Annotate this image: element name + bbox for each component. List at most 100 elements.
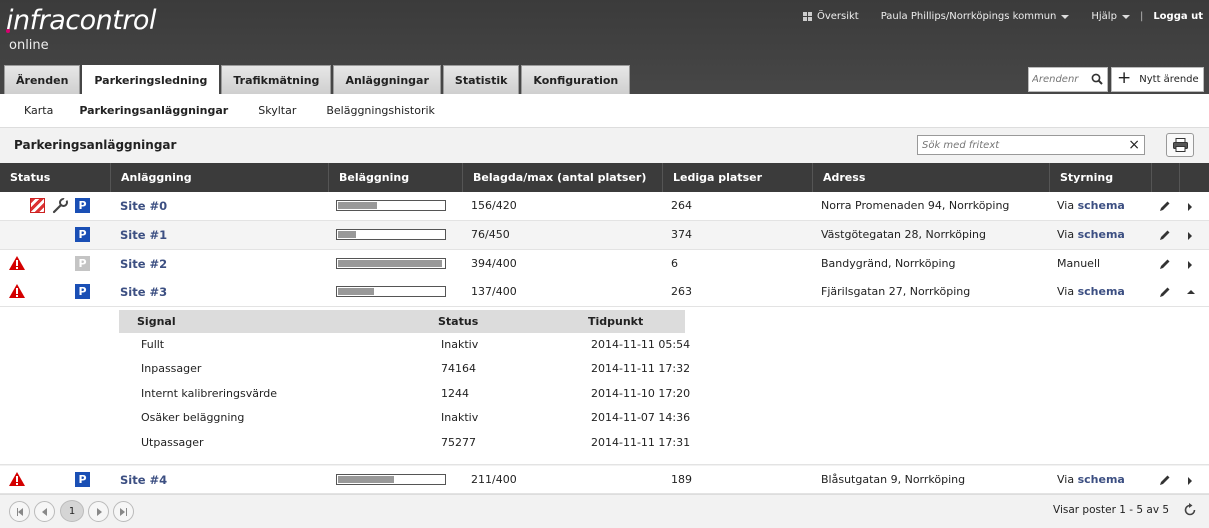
wrench-icon [52,197,68,214]
control: Manuell [1057,250,1100,278]
free-spots: 374 [671,228,692,241]
occupancy-bar [336,286,446,297]
user-menu[interactable]: Paula Phillips/Norrköpings kommun [881,11,1070,22]
occupancy-bar [336,258,446,269]
occupied-max: 211/400 [471,473,517,486]
expand-arrow-icon[interactable] [1188,261,1192,269]
table-row[interactable]: P Site #0 156/420 264 Norra Promenaden 9… [0,192,1209,221]
col-occupancy[interactable]: Beläggning [328,163,462,192]
edit-icon[interactable] [1159,229,1171,241]
control: Via schema [1057,221,1125,249]
overview-link[interactable]: Översikt [802,11,859,22]
schema-link[interactable]: schema [1078,228,1125,241]
freetext-search-input[interactable] [918,136,1118,154]
tab-trafikmatning[interactable]: Trafikmätning [221,65,332,94]
col-occupied-max[interactable]: Belagda/max (antal platser) [462,163,662,192]
table-row[interactable]: P Site #2 394/400 6 Bandygränd, Norrköpi… [0,250,1209,279]
occupancy-fill [338,231,357,238]
parking-icon: P [75,472,90,487]
schema-link[interactable]: schema [1078,285,1125,298]
edit-icon[interactable] [1159,286,1171,298]
expand-arrow-icon[interactable] [1188,203,1192,211]
edit-icon[interactable] [1159,474,1171,486]
records-info: Visar poster 1 - 5 av 5 [1053,504,1170,516]
overview-label: Översikt [816,11,859,22]
subnav-karta[interactable]: Karta [24,104,53,117]
grid-icon [802,12,812,21]
site-link[interactable]: Site #3 [120,278,167,306]
address: Bandygränd, Norrköping [821,257,956,270]
chevron-down-icon [1121,14,1130,19]
signal-table-header: Signal Status Tidpunkt [119,310,685,333]
occupancy-fill [338,202,378,209]
col-signal-time: Tidpunkt [588,315,644,328]
signal-name: Utpassager [141,436,204,449]
signal-name: Internt kalibreringsvärde [141,387,278,400]
col-signal: Signal [137,315,176,328]
occupancy-bar [336,229,446,240]
free-spots: 263 [671,285,692,298]
edit-icon[interactable] [1159,258,1171,270]
col-free[interactable]: Lediga platser [662,163,812,192]
first-page-button[interactable] [9,501,30,522]
clear-icon[interactable]: × [1128,137,1140,153]
site-link[interactable]: Site #0 [120,192,167,220]
signal-row: Osäker beläggning Inaktiv 2014-11-07 14:… [0,406,700,430]
site-link[interactable]: Site #2 [120,250,167,278]
subnav-skyltar[interactable]: Skyltar [258,104,296,117]
logout-link[interactable]: Logga ut [1153,11,1203,22]
expand-arrow-icon[interactable] [1188,477,1192,485]
case-search-input[interactable] [1032,69,1090,90]
col-status[interactable]: Status [0,163,110,192]
logo-text: infracontrol [6,5,156,36]
freetext-search: × [917,135,1145,155]
signal-row: Inpassager 74164 2014-11-11 17:32 [0,357,700,381]
warning-icon [9,472,25,486]
parking-icon: P [75,284,90,299]
col-address[interactable]: Adress [812,163,1049,192]
subnav-parkeringsanlaggningar[interactable]: Parkeringsanläggningar [79,104,228,117]
signal-row: Utpassager 75277 2014-11-11 17:31 [0,431,700,455]
main-tabs: Ärenden Parkeringsledning Trafikmätning … [4,65,632,95]
signal-name: Fullt [141,338,165,351]
refresh-icon[interactable] [1183,503,1197,517]
next-page-button[interactable] [88,501,109,522]
tab-konfiguration[interactable]: Konfiguration [521,65,631,94]
col-expand [1179,163,1209,192]
printer-icon [1173,138,1188,152]
help-menu[interactable]: Hjälp [1091,11,1130,22]
signal-status: Inaktiv [441,338,479,351]
col-edit [1151,163,1179,192]
tab-parkeringsledning[interactable]: Parkeringsledning [82,65,220,95]
signal-status: 75277 [441,436,476,449]
last-page-button[interactable] [113,501,134,522]
table-row[interactable]: P Site #4 211/400 189 Blåsutgatan 9, Nor… [0,466,1209,494]
table-row[interactable]: P Site #3 137/400 263 Fjärilsgatan 27, N… [0,278,1209,307]
site-link[interactable]: Site #4 [120,466,167,494]
control-prefix: Via [1057,473,1075,486]
tab-anlaggningar[interactable]: Anläggningar [333,65,441,94]
edit-icon[interactable] [1159,200,1171,212]
schema-link[interactable]: schema [1078,473,1125,486]
expand-arrow-icon[interactable] [1188,232,1192,240]
new-case-button[interactable]: + Nytt ärende [1111,67,1204,92]
subnav-belaggningshistorik[interactable]: Beläggningshistorik [326,104,435,117]
col-facility[interactable]: Anläggning [110,163,328,192]
signal-row: Internt kalibreringsvärde 1244 2014-11-1… [0,382,700,406]
occupancy-bar [336,474,446,485]
collapse-arrow-icon[interactable] [1187,290,1195,294]
prev-page-button[interactable] [34,501,55,522]
tab-arenden[interactable]: Ärenden [4,65,81,94]
col-control[interactable]: Styrning [1049,163,1151,192]
tab-statistik[interactable]: Statistik [442,65,520,94]
signal-details: Signal Status Tidpunkt Fullt Inaktiv 201… [0,307,1209,465]
schema-link[interactable]: schema [1078,199,1125,212]
print-button[interactable] [1166,133,1194,157]
search-icon[interactable] [1091,73,1103,85]
parking-icon: P [75,256,90,271]
control-prefix: Via [1057,228,1075,241]
site-link[interactable]: Site #1 [120,221,167,249]
table-row[interactable]: P Site #1 76/450 374 Västgötegatan 28, N… [0,221,1209,250]
current-page[interactable]: 1 [60,500,84,522]
control-prefix: Manuell [1057,257,1101,270]
